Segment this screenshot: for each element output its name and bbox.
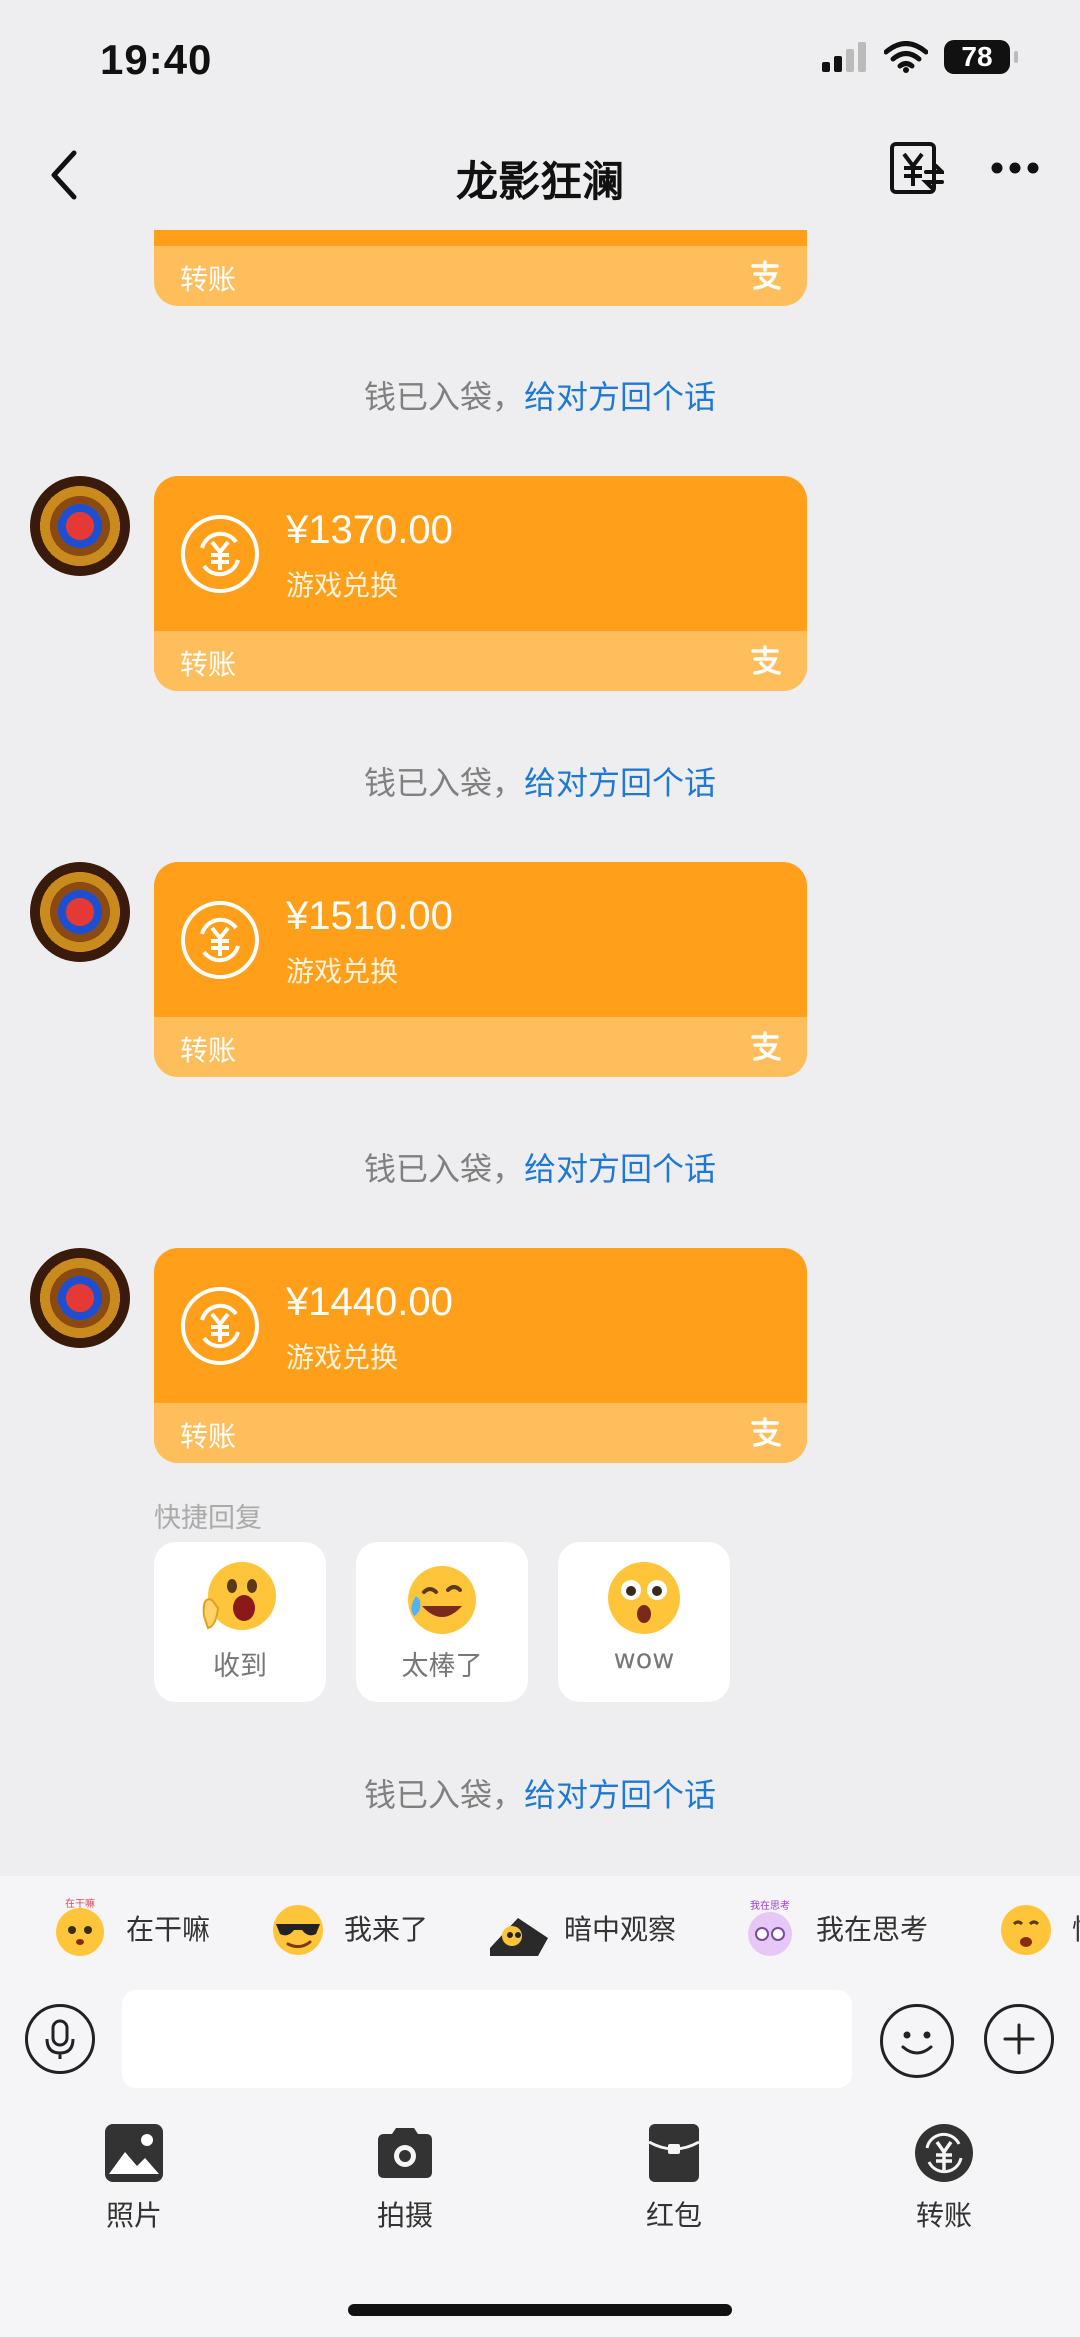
status-icons: 78 <box>822 40 1018 74</box>
tool-label: 拍摄 <box>376 2199 433 2232</box>
more-actions-button[interactable] <box>984 2004 1054 2074</box>
message-input[interactable] <box>122 1990 852 2088</box>
transfer-card-label: 转账 <box>180 1420 237 1453</box>
input-bar: 照片 拍摄 红包 转账 <box>0 1982 1080 2337</box>
sticker-label: 在干嘛 <box>126 1913 211 1946</box>
wifi-icon <box>884 41 928 73</box>
reply-link[interactable]: 给对方回个话 <box>524 1150 716 1188</box>
system-notice-text: 钱已入袋， <box>363 1776 524 1814</box>
sticker-face-icon: 在干嘛 <box>56 1898 104 1956</box>
transfer-subtitle: 游戏兑换 <box>286 1341 399 1374</box>
home-indicator <box>348 2304 732 2316</box>
worried-face-icon <box>1001 1905 1051 1955</box>
transfer-card-label: 转账 <box>180 263 237 296</box>
reply-link[interactable]: 给对方回个话 <box>524 378 716 416</box>
more-icon[interactable] <box>990 161 1040 175</box>
photo-icon <box>105 2124 163 2182</box>
emoji-button[interactable] <box>880 2004 954 2078</box>
transfer-card-partial[interactable]: 转账 <box>154 230 807 306</box>
yuan-coin-icon <box>181 515 259 593</box>
transfer-amount: ¥1370.00 <box>286 508 453 552</box>
shocked-hand-emoji-icon <box>202 1562 276 1630</box>
sticker-label: 我来了 <box>344 1913 429 1946</box>
surprised-emoji-icon <box>608 1562 680 1634</box>
quick-reply-label: 收到 <box>213 1651 267 1682</box>
transfer-card[interactable]: ¥1440.00 游戏兑换 转账 <box>154 1248 807 1463</box>
system-notice: 钱已入袋，给对方回个话 <box>0 758 1080 804</box>
red-packet-icon <box>648 2124 700 2182</box>
microphone-icon <box>45 2019 75 2059</box>
quick-reply-label: wow <box>613 1644 675 1675</box>
tool-label: 转账 <box>915 2199 972 2232</box>
red-packet-button[interactable]: 红包 <box>614 2122 734 2234</box>
thinking-face-icon: 我在思考 <box>748 1900 792 1956</box>
reply-link[interactable]: 给对方回个话 <box>524 764 716 802</box>
tool-label: 照片 <box>105 2199 162 2232</box>
transfer-card-label: 转账 <box>180 1034 237 1067</box>
transfer-record-icon[interactable] <box>888 140 944 196</box>
sunglasses-face-icon <box>273 1905 323 1955</box>
transfer-subtitle: 游戏兑换 <box>286 955 399 988</box>
yuan-coin-icon <box>181 901 259 979</box>
system-notice: 钱已入袋，给对方回个话 <box>0 1144 1080 1190</box>
battery-indicator: 78 <box>944 40 1018 74</box>
camera-icon <box>378 2128 432 2178</box>
transfer-card[interactable]: ¥1510.00 游戏兑换 转账 <box>154 862 807 1077</box>
transfer-subtitle: 游戏兑换 <box>286 569 399 602</box>
smile-icon <box>901 2031 933 2055</box>
transfer-card[interactable]: ¥1370.00 游戏兑换 转账 <box>154 476 807 691</box>
transfer-card-label: 转账 <box>180 648 237 681</box>
yuan-coin-icon <box>181 1287 259 1365</box>
peeking-face-icon <box>490 1918 548 1956</box>
transfer-button[interactable]: 转账 <box>884 2122 1004 2234</box>
avatar[interactable] <box>30 476 130 576</box>
system-notice: 钱已入袋，给对方回个话 <box>0 1770 1080 1816</box>
alipay-icon <box>751 1031 781 1061</box>
sticker-more[interactable]: 快 <box>996 1898 1080 1958</box>
header-actions <box>888 140 1040 196</box>
sticker-thinking[interactable]: 我在思考 我在思考 <box>740 1898 928 1958</box>
tool-label: 红包 <box>645 2199 702 2232</box>
sticker-label: 快 <box>1072 1908 1080 1948</box>
alipay-icon <box>751 645 781 675</box>
quick-reply-label: 太棒了 <box>401 1651 483 1682</box>
reply-link[interactable]: 给对方回个话 <box>524 1776 716 1814</box>
system-notice-text: 钱已入袋， <box>363 378 524 416</box>
sticker-observing[interactable]: 暗中观察 <box>488 1898 676 1958</box>
camera-button[interactable]: 拍摄 <box>345 2122 465 2234</box>
signal-icon <box>822 42 866 72</box>
sticker-badge: 在干嘛 <box>65 1898 95 1910</box>
alipay-icon <box>751 260 781 290</box>
sticker-what-doing[interactable]: 在干嘛 在干嘛 <box>50 1898 210 1958</box>
voice-button[interactable] <box>25 2004 95 2074</box>
sticker-suggestion-bar: 在干嘛 在干嘛 我来了 暗中观察 我在思考 我在思考 快 <box>0 1876 1080 1982</box>
sticker-label: 暗中观察 <box>564 1913 677 1946</box>
transfer-icon <box>915 2124 973 2182</box>
avatar[interactable] <box>30 1248 130 1348</box>
sticker-im-coming[interactable]: 我来了 <box>268 1898 428 1958</box>
transfer-amount: ¥1440.00 <box>286 1280 453 1324</box>
plus-icon <box>1003 2023 1035 2055</box>
system-notice-text: 钱已入袋， <box>363 1150 524 1188</box>
system-notice-text: 钱已入袋， <box>363 764 524 802</box>
quick-reply-great[interactable]: 太棒了 <box>356 1542 528 1702</box>
photo-button[interactable]: 照片 <box>74 2122 194 2234</box>
status-time: 19:40 <box>100 36 213 83</box>
laugh-cry-emoji-icon <box>408 1566 476 1634</box>
quick-reply-received[interactable]: 收到 <box>154 1542 326 1702</box>
transfer-amount: ¥1510.00 <box>286 894 453 938</box>
sticker-label: 我在思考 <box>816 1913 929 1946</box>
avatar[interactable] <box>30 862 130 962</box>
sticker-badge: 我在思考 <box>750 1900 790 1912</box>
quick-reply-title: 快捷回复 <box>154 1503 262 1534</box>
system-notice: 钱已入袋，给对方回个话 <box>0 372 1080 418</box>
quick-reply-wow[interactable]: wow <box>558 1542 730 1702</box>
alipay-icon <box>751 1417 781 1447</box>
